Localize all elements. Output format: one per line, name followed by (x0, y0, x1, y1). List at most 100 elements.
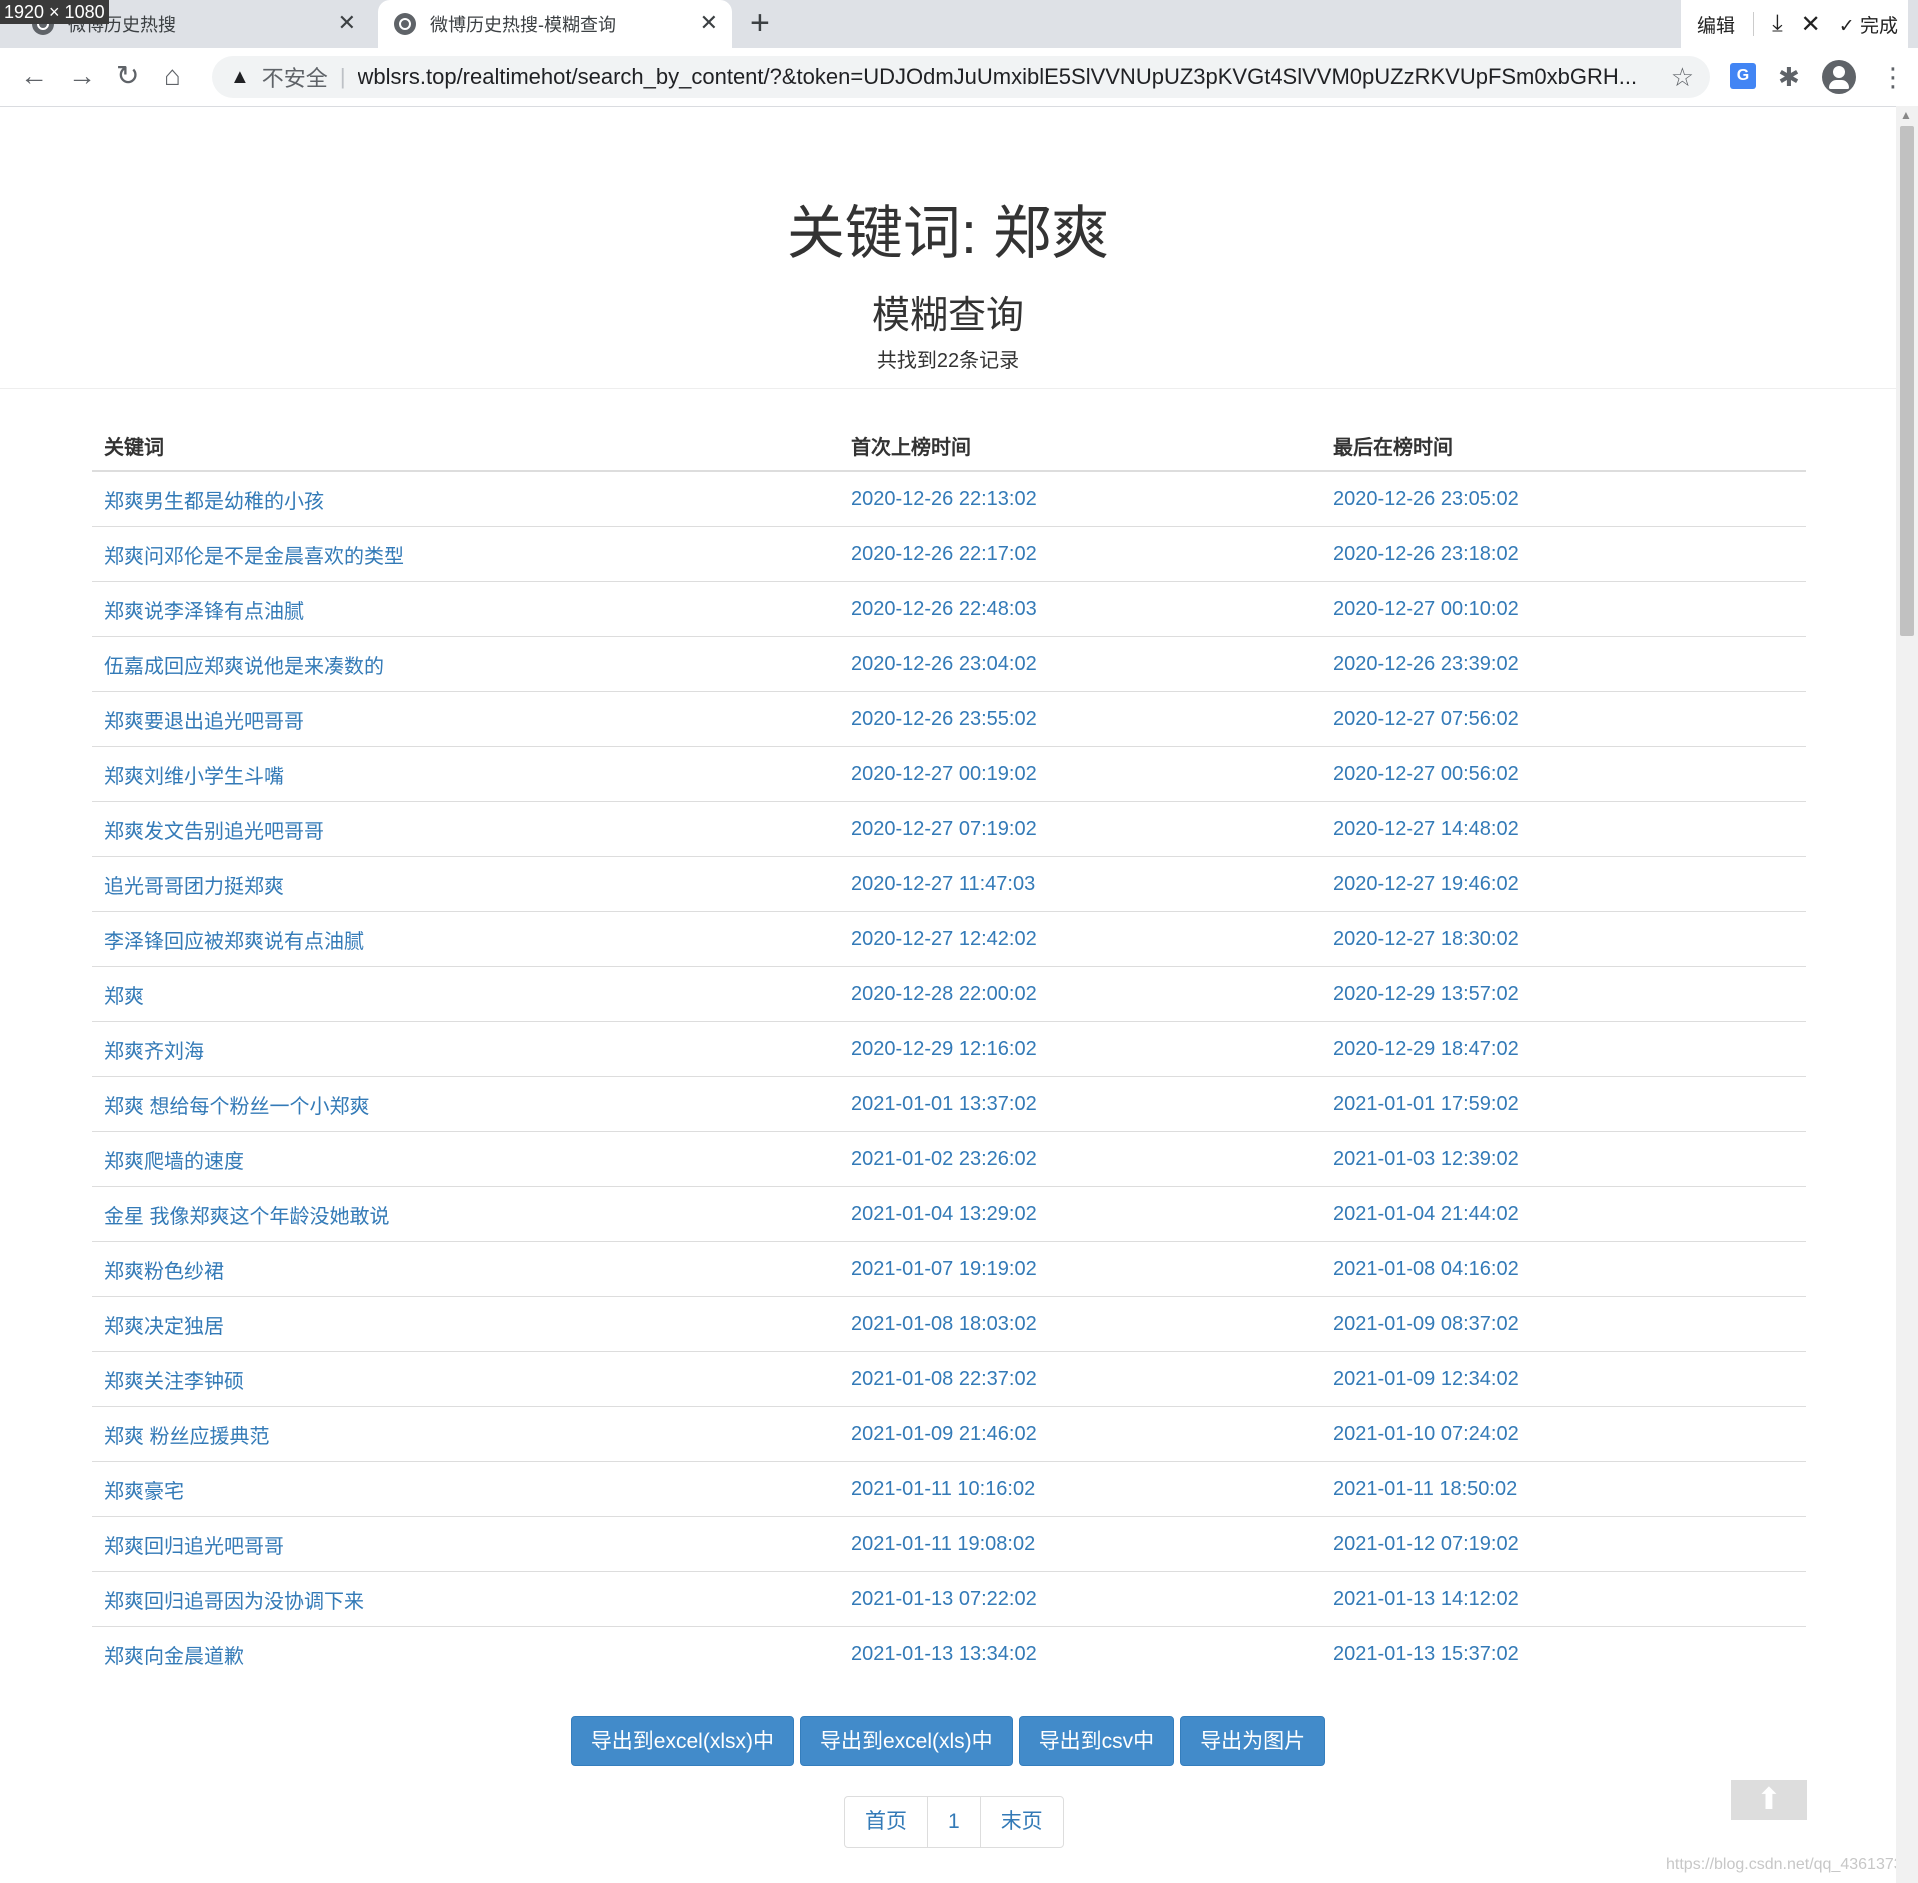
keyword-link[interactable]: 郑爽男生都是幼稚的小孩 (92, 471, 839, 527)
last-time-link[interactable]: 2020-12-27 00:10:02 (1321, 581, 1806, 637)
first-page-link[interactable]: 首页 (845, 1797, 927, 1847)
last-time-link[interactable]: 2021-01-12 07:19:02 (1321, 1516, 1806, 1572)
last-time-link[interactable]: 2020-12-29 13:57:02 (1321, 966, 1806, 1022)
last-time-link[interactable]: 2021-01-13 15:37:02 (1321, 1626, 1806, 1681)
keyword-link[interactable]: 伍嘉成回应郑爽说他是来凑数的 (92, 636, 839, 692)
keyword-link[interactable]: 追光哥哥团力挺郑爽 (92, 856, 839, 912)
close-icon[interactable]: ✕ (338, 12, 356, 34)
insecure-label[interactable]: 不安全 (262, 61, 328, 93)
tab-fuzzy-search[interactable]: 微博历史热搜-模糊查询 ✕ (378, 0, 732, 48)
keyword-link[interactable]: 郑爽要退出追光吧哥哥 (92, 691, 839, 747)
scrollbar[interactable]: ▲ (1896, 106, 1918, 1883)
first-time-link[interactable]: 2021-01-02 23:26:02 (839, 1131, 1321, 1187)
first-time-link[interactable]: 2020-12-28 22:00:02 (839, 966, 1321, 1022)
keyword-link[interactable]: 郑爽 想给每个粉丝一个小郑爽 (92, 1076, 839, 1132)
last-time-link[interactable]: 2021-01-13 14:12:02 (1321, 1571, 1806, 1627)
first-time-link[interactable]: 2021-01-13 13:34:02 (839, 1626, 1321, 1681)
keyword-link[interactable]: 郑爽决定独居 (92, 1296, 839, 1352)
first-time-link[interactable]: 2021-01-07 19:19:02 (839, 1241, 1321, 1297)
download-icon[interactable]: ⤓ (1772, 10, 1783, 38)
first-time-link[interactable]: 2021-01-01 13:37:02 (839, 1076, 1321, 1132)
last-time-link[interactable]: 2020-12-27 18:30:02 (1321, 911, 1806, 967)
bookmark-star-icon[interactable]: ☆ (1671, 62, 1694, 93)
first-time-link[interactable]: 2021-01-11 19:08:02 (839, 1516, 1321, 1572)
first-time-link[interactable]: 2021-01-08 22:37:02 (839, 1351, 1321, 1407)
last-time-link[interactable]: 2020-12-27 07:56:02 (1321, 691, 1806, 747)
scrollbar-thumb[interactable] (1900, 126, 1914, 636)
first-time-link[interactable]: 2021-01-11 10:16:02 (839, 1461, 1321, 1517)
first-time-link[interactable]: 2020-12-27 07:19:02 (839, 801, 1321, 857)
first-time-link[interactable]: 2021-01-09 21:46:02 (839, 1406, 1321, 1462)
keyword-link[interactable]: 郑爽说李泽锋有点油腻 (92, 581, 839, 637)
last-time-link[interactable]: 2020-12-26 23:05:02 (1321, 471, 1806, 527)
first-time-link[interactable]: 2021-01-13 07:22:02 (839, 1571, 1321, 1627)
close-icon[interactable]: ✕ (1801, 10, 1821, 39)
url-text[interactable]: wblsrs.top/realtimehot/search_by_content… (358, 64, 1668, 90)
keyword-link[interactable]: 郑爽发文告别追光吧哥哥 (92, 801, 839, 857)
last-time-link[interactable]: 2020-12-27 00:56:02 (1321, 746, 1806, 802)
export-image-button[interactable]: 导出为图片 (1180, 1716, 1326, 1766)
export-xlsx-button[interactable]: 导出到excel(xlsx)中 (570, 1716, 794, 1766)
first-time-link[interactable]: 2021-01-08 18:03:02 (839, 1296, 1321, 1352)
first-time-link[interactable]: 2020-12-26 22:48:03 (839, 581, 1321, 637)
edit-button[interactable]: 编辑 (1697, 11, 1735, 38)
first-time-link[interactable]: 2020-12-27 12:42:02 (839, 911, 1321, 967)
last-time-link[interactable]: 2021-01-04 21:44:02 (1321, 1186, 1806, 1242)
first-time-link[interactable]: 2021-01-04 13:29:02 (839, 1186, 1321, 1242)
keyword-link[interactable]: 郑爽关注李钟硕 (92, 1351, 839, 1407)
keyword-link[interactable]: 郑爽齐刘海 (92, 1021, 839, 1077)
keyword-link[interactable]: 郑爽爬墙的速度 (92, 1131, 839, 1187)
keyword-link[interactable]: 郑爽 粉丝应援典范 (92, 1406, 839, 1462)
last-time-link[interactable]: 2021-01-10 07:24:02 (1321, 1406, 1806, 1462)
last-time-link[interactable]: 2021-01-03 12:39:02 (1321, 1131, 1806, 1187)
address-bar[interactable]: ▲ 不安全 | wblsrs.top/realtimehot/search_by… (212, 56, 1710, 98)
page-1-link[interactable]: 1 (927, 1797, 980, 1847)
keyword-link[interactable]: 金星 我像郑爽这个年龄没她敢说 (92, 1186, 839, 1242)
first-time-link[interactable]: 2020-12-29 12:16:02 (839, 1021, 1321, 1077)
profile-avatar-icon[interactable] (1822, 60, 1856, 94)
first-time-link[interactable]: 2020-12-26 23:04:02 (839, 636, 1321, 692)
forward-arrow-icon[interactable]: → (68, 60, 96, 92)
translate-icon[interactable]: G (1730, 63, 1756, 89)
first-time-link[interactable]: 2020-12-27 00:19:02 (839, 746, 1321, 802)
back-arrow-icon[interactable]: ← (20, 60, 48, 92)
last-time-link[interactable]: 2021-01-09 08:37:02 (1321, 1296, 1806, 1352)
last-time-link[interactable]: 2020-12-26 23:39:02 (1321, 636, 1806, 692)
back-to-top-button[interactable]: ⬆ (1731, 1780, 1807, 1820)
scroll-up-arrow-icon[interactable]: ▲ (1900, 108, 1912, 122)
keyword-link[interactable]: 郑爽问邓伦是不是金晨喜欢的类型 (92, 526, 839, 582)
last-time-link[interactable]: 2020-12-27 19:46:02 (1321, 856, 1806, 912)
close-icon[interactable]: ✕ (700, 12, 718, 34)
export-xls-button[interactable]: 导出到excel(xls)中 (800, 1716, 1013, 1766)
last-time-link[interactable]: 2020-12-26 23:18:02 (1321, 526, 1806, 582)
last-page-link[interactable]: 末页 (979, 1797, 1063, 1847)
keyword-link[interactable]: 郑爽粉色纱裙 (92, 1241, 839, 1297)
export-csv-button[interactable]: 导出到csv中 (1018, 1716, 1175, 1766)
table-row: 追光哥哥团力挺郑爽 2020-12-27 11:47:03 2020-12-27 1… (92, 856, 1806, 912)
last-time-link[interactable]: 2021-01-11 18:50:02 (1321, 1461, 1806, 1517)
last-time-link[interactable]: 2021-01-08 04:16:02 (1321, 1241, 1806, 1297)
reload-icon[interactable]: ↻ (116, 60, 139, 92)
extensions-puzzle-icon[interactable]: ✱ (1778, 62, 1800, 92)
keyword-link[interactable]: 郑爽豪宅 (92, 1461, 839, 1517)
first-time-link[interactable]: 2020-12-27 11:47:03 (839, 856, 1321, 912)
last-time-link[interactable]: 2021-01-09 12:34:02 (1321, 1351, 1806, 1407)
keyword-link[interactable]: 郑爽向金晨道歉 (92, 1626, 839, 1681)
new-tab-button[interactable]: + (750, 6, 770, 40)
menu-kebab-icon[interactable]: ⋮ (1880, 62, 1906, 92)
table-row: 郑爽 想给每个粉丝一个小郑爽 2021-01-01 13:37:02 2021-01… (92, 1076, 1806, 1132)
first-time-link[interactable]: 2020-12-26 22:17:02 (839, 526, 1321, 582)
keyword-link[interactable]: 李泽锋回应被郑爽说有点油腻 (92, 911, 839, 967)
keyword-link[interactable]: 郑爽 (92, 966, 839, 1022)
keyword-link[interactable]: 郑爽回归追哥因为没协调下来 (92, 1571, 839, 1627)
done-button[interactable]: ✓ 完成 (1839, 11, 1898, 38)
last-time-link[interactable]: 2020-12-27 14:48:02 (1321, 801, 1806, 857)
divider: | (339, 64, 346, 89)
keyword-link[interactable]: 郑爽刘维小学生斗嘴 (92, 746, 839, 802)
last-time-link[interactable]: 2020-12-29 18:47:02 (1321, 1021, 1806, 1077)
last-time-link[interactable]: 2021-01-01 17:59:02 (1321, 1076, 1806, 1132)
keyword-link[interactable]: 郑爽回归追光吧哥哥 (92, 1516, 839, 1572)
home-icon[interactable]: ⌂ (164, 60, 181, 92)
first-time-link[interactable]: 2020-12-26 23:55:02 (839, 691, 1321, 747)
first-time-link[interactable]: 2020-12-26 22:13:02 (839, 471, 1321, 527)
